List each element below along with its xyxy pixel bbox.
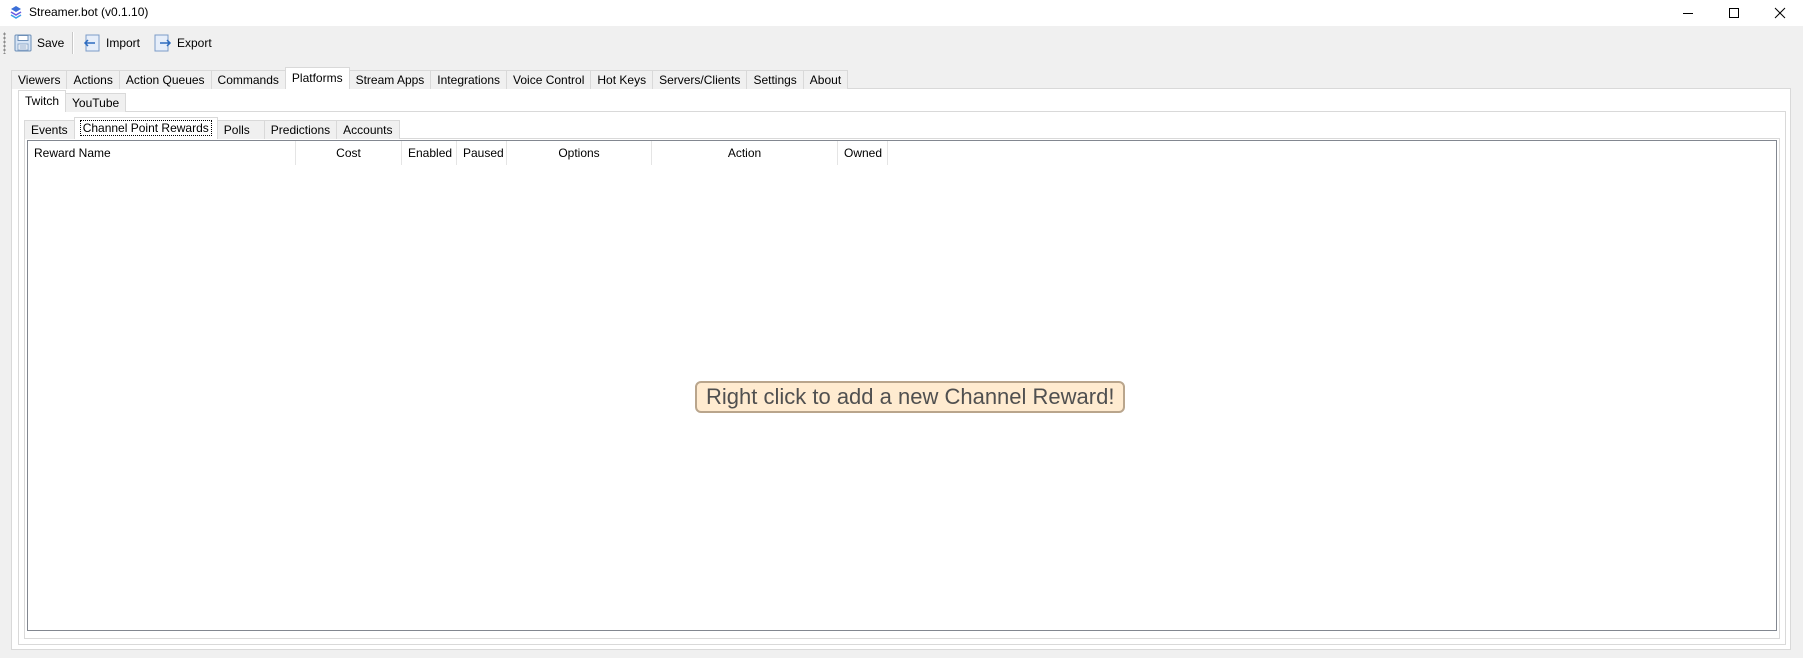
toolbar-grip[interactable]: [3, 32, 6, 54]
import-label: Import: [106, 36, 141, 50]
empty-list-hint: Right click to add a new Channel Reward!: [695, 381, 1126, 413]
column-header-enabled[interactable]: Enabled: [402, 141, 457, 165]
tab-stream-apps[interactable]: Stream Apps: [348, 70, 432, 89]
streamerbot-logo-icon: [10, 6, 22, 19]
rewards-table-header: Reward Name Cost Enabled Paused Options …: [28, 141, 888, 165]
toolbar: Save Import Export: [0, 28, 1803, 58]
close-icon: [1774, 7, 1786, 19]
tab-events[interactable]: Events: [24, 120, 75, 139]
tab-platforms[interactable]: Platforms: [284, 67, 350, 89]
export-label: Export: [177, 36, 212, 50]
column-header-action[interactable]: Action: [652, 141, 838, 165]
save-label: Save: [37, 36, 65, 50]
column-header-reward-name[interactable]: Reward Name: [28, 141, 296, 165]
toolbar-separator: [72, 32, 74, 54]
minimize-icon: [1683, 13, 1693, 14]
minimize-button[interactable]: [1665, 0, 1711, 26]
tab-polls[interactable]: Polls: [216, 120, 265, 139]
import-button[interactable]: Import: [78, 30, 144, 56]
tab-servers-clients[interactable]: Servers/Clients: [652, 70, 748, 89]
tab-action-queues[interactable]: Action Queues: [118, 70, 212, 89]
tab-hot-keys[interactable]: Hot Keys: [590, 70, 654, 89]
tab-youtube[interactable]: YouTube: [65, 93, 127, 112]
tab-settings[interactable]: Settings: [746, 70, 804, 89]
window-title: Streamer.bot (v0.1.10): [29, 5, 149, 19]
tab-commands[interactable]: Commands: [210, 70, 286, 89]
column-header-owned[interactable]: Owned: [838, 141, 888, 165]
column-header-cost[interactable]: Cost: [296, 141, 402, 165]
tab-about[interactable]: About: [802, 70, 849, 89]
column-header-options[interactable]: Options: [507, 141, 652, 165]
tab-actions[interactable]: Actions: [66, 70, 120, 89]
close-button[interactable]: [1757, 0, 1803, 26]
tab-channel-point-rewards[interactable]: Channel Point Rewards: [73, 117, 218, 139]
maximize-button[interactable]: [1711, 0, 1757, 26]
platform-tab-strip: Twitch YouTube: [18, 90, 127, 112]
tab-predictions[interactable]: Predictions: [263, 120, 338, 139]
rewards-list-view[interactable]: Reward Name Cost Enabled Paused Options …: [27, 140, 1777, 631]
tab-twitch[interactable]: Twitch: [18, 90, 67, 112]
maximize-icon: [1729, 8, 1739, 18]
save-button[interactable]: Save: [9, 30, 68, 56]
floppy-disk-icon: [14, 34, 32, 52]
twitch-sub-tab-strip: Events Channel Point Rewards Polls Predi…: [24, 117, 400, 139]
export-arrow-icon: [154, 34, 172, 52]
export-button[interactable]: Export: [149, 30, 216, 56]
tab-integrations[interactable]: Integrations: [430, 70, 508, 89]
column-header-paused[interactable]: Paused: [457, 141, 507, 165]
tab-accounts[interactable]: Accounts: [336, 120, 400, 139]
main-tab-strip: Viewers Actions Action Queues Commands P…: [11, 67, 849, 89]
import-arrow-icon: [83, 34, 100, 52]
tab-voice-control[interactable]: Voice Control: [506, 70, 592, 89]
tab-viewers[interactable]: Viewers: [11, 70, 68, 89]
title-bar: Streamer.bot (v0.1.10): [0, 0, 1803, 26]
